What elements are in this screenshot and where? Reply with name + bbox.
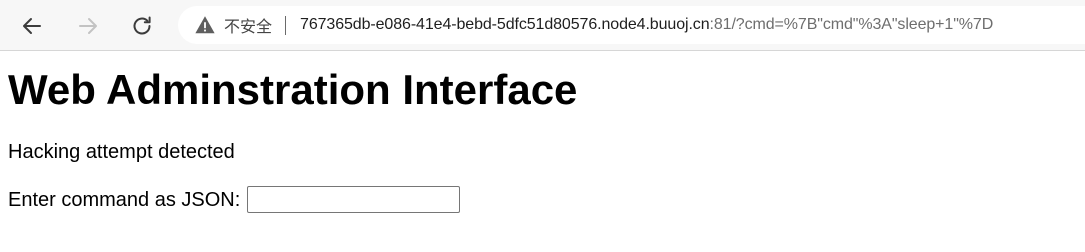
command-input[interactable] <box>247 186 461 213</box>
reload-icon <box>133 16 151 35</box>
back-button[interactable] <box>13 7 51 45</box>
reload-button[interactable] <box>123 7 161 45</box>
address-bar[interactable]: 不安全 767365db-e086-41e4-bebd-5dfc51d80576… <box>178 6 1085 44</box>
url-path: :81/?cmd=%7B"cmd"%3A"sleep+1"%7D <box>709 16 994 33</box>
url-host: 767365db-e086-41e4-bebd-5dfc51d80576.nod… <box>300 16 710 33</box>
browser-toolbar: 不安全 767365db-e086-41e4-bebd-5dfc51d80576… <box>0 0 1085 51</box>
page-content: Web Adminstration Interface Hacking atte… <box>0 51 1085 213</box>
arrow-left-icon <box>23 18 41 34</box>
command-form: Enter command as JSON: <box>8 186 1085 213</box>
security-status-label[interactable]: 不安全 <box>224 13 272 37</box>
arrow-right-icon <box>79 18 97 34</box>
warning-icon[interactable] <box>194 14 216 36</box>
forward-button[interactable] <box>69 7 107 45</box>
status-message: Hacking attempt detected <box>8 141 235 163</box>
address-divider <box>285 15 287 35</box>
page-title: Web Adminstration Interface <box>8 66 578 113</box>
command-label: Enter command as JSON: <box>8 188 241 211</box>
url-text[interactable]: 767365db-e086-41e4-bebd-5dfc51d80576.nod… <box>300 16 993 34</box>
